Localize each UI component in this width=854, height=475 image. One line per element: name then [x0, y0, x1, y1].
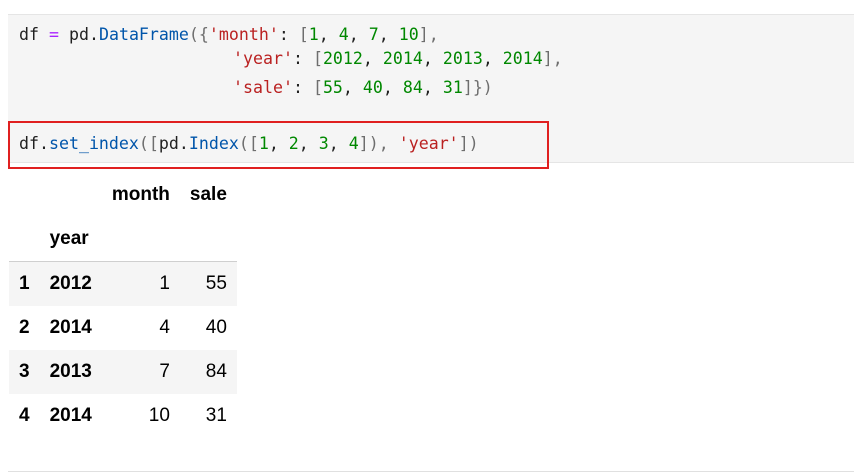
row-index-pos: 2: [19, 317, 30, 338]
code-token: pd: [68, 25, 89, 44]
code-token: df: [19, 25, 39, 44]
table-header-blank: [180, 217, 237, 262]
code-token: ]}): [462, 78, 493, 97]
code-token: 1: [308, 25, 319, 44]
code-token: 'month': [208, 25, 279, 44]
code-token: [: [312, 49, 323, 68]
index-name-row: year: [9, 217, 237, 262]
row-index-year: 2014: [49, 405, 92, 426]
table-row: 4 2014 10 31: [9, 394, 237, 438]
code-token: 2014: [382, 49, 423, 68]
code-token: 'sale': [233, 78, 293, 97]
code-token: DataFrame: [98, 25, 189, 44]
code-token: :: [292, 49, 313, 68]
code-token: :: [292, 78, 313, 97]
table-header-blank: [9, 172, 40, 217]
code-token: ,: [482, 49, 503, 68]
row-index-year: 2013: [49, 361, 92, 382]
table-header-blank: [9, 217, 40, 262]
code-token: 55: [322, 78, 343, 97]
code-token: ,: [348, 25, 369, 44]
code-token: ,: [422, 49, 443, 68]
table-header-row: month sale: [9, 172, 237, 217]
row-index-pos: 3: [19, 361, 30, 382]
table-header-blank: [102, 217, 180, 262]
highlight-box: [8, 121, 549, 169]
code-token: ,: [378, 25, 399, 44]
code-token: :: [278, 25, 299, 44]
cell-sale: 31: [205, 405, 227, 426]
code-token: ],: [542, 49, 563, 68]
code-token: [: [298, 25, 309, 44]
code-line-2: 'year': [2012, 2014, 2013, 2014],: [233, 48, 563, 70]
code-line-3: 'sale': [55, 40, 84, 31]}): [233, 77, 493, 99]
row-index-pos: 1: [19, 273, 30, 294]
code-token: 10: [398, 25, 419, 44]
row-index-pos: 4: [19, 405, 30, 426]
cell-sale: 40: [205, 317, 227, 338]
cell-sale: 55: [205, 273, 227, 294]
cell-month: 1: [159, 273, 170, 294]
code-token: ,: [362, 49, 383, 68]
code-token: 'year': [233, 49, 293, 68]
cell-month: 10: [148, 405, 170, 426]
code-token: ,: [382, 78, 403, 97]
code-line-1: df = pd.DataFrame({'month': [1, 4, 7, 10…: [19, 24, 439, 46]
row-index-year: 2014: [49, 317, 92, 338]
code-token: ],: [418, 25, 439, 44]
code-token: 40: [362, 78, 383, 97]
code-token: ,: [318, 25, 339, 44]
code-token: 31: [442, 78, 463, 97]
cell-divider: [8, 471, 854, 472]
cell-month: 7: [159, 361, 170, 382]
code-token: 7: [368, 25, 379, 44]
code-token: .: [88, 25, 99, 44]
table-row: 3 2013 7 84: [9, 350, 237, 394]
cell-month: 4: [159, 317, 170, 338]
column-header-sale: sale: [189, 183, 227, 205]
row-index-year: 2012: [49, 273, 92, 294]
code-token: ({: [188, 25, 209, 44]
code-token: 4: [338, 25, 349, 44]
code-token: 2013: [442, 49, 483, 68]
table-row: 1 2012 1 55: [9, 261, 237, 306]
column-header-month: month: [111, 183, 170, 205]
code-token: ,: [342, 78, 363, 97]
code-token: 84: [402, 78, 423, 97]
code-token: ,: [422, 78, 443, 97]
code-token: 2012: [322, 49, 363, 68]
code-token: =: [48, 25, 59, 44]
cell-sale: 84: [205, 361, 227, 382]
code-token: [: [312, 78, 323, 97]
index-name-year: year: [49, 228, 89, 249]
table-row: 2 2014 4 40: [9, 306, 237, 350]
table-header-blank: [40, 172, 102, 217]
dataframe-output-table: month sale year 1 2012 1 55 2 2014 4 40 …: [9, 172, 237, 438]
code-token: 2014: [502, 49, 543, 68]
